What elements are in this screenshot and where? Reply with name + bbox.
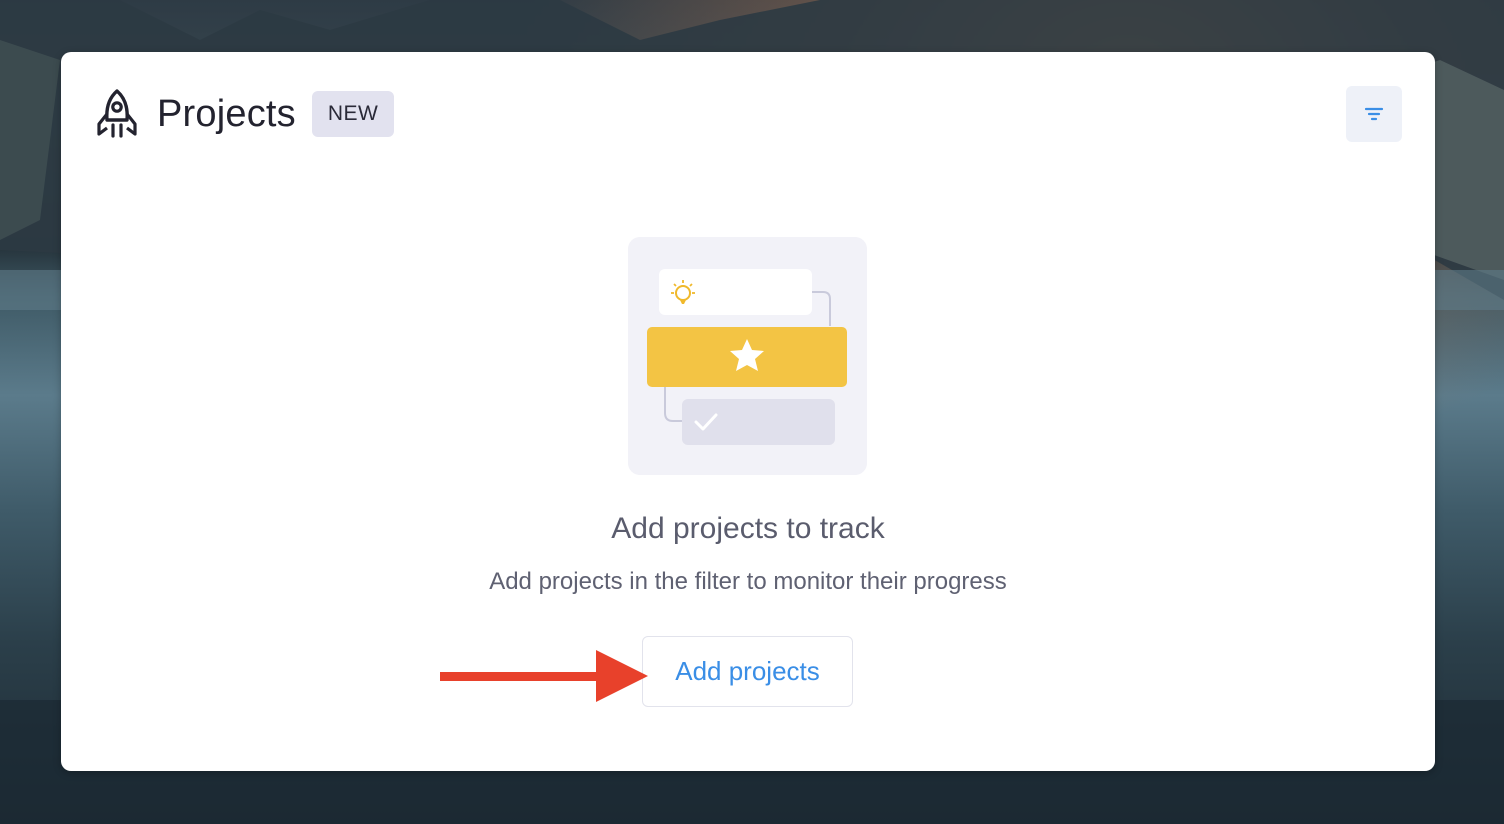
- empty-state-illustration: [628, 237, 867, 475]
- new-badge: NEW: [311, 91, 395, 137]
- add-projects-button[interactable]: Add projects: [642, 636, 853, 707]
- arrow-icon: [440, 650, 648, 702]
- empty-state-description: Add projects in the filter to monitor th…: [489, 568, 1007, 595]
- page-title: Projects: [157, 92, 296, 135]
- filter-icon: [1364, 107, 1384, 121]
- rocket-icon: [97, 89, 137, 138]
- projects-card: Projects NEW Add projects to track Add p…: [61, 52, 1435, 771]
- filter-button[interactable]: [1346, 86, 1402, 142]
- card-header: Projects NEW: [95, 88, 395, 140]
- empty-state-title: Add projects to track: [611, 512, 885, 545]
